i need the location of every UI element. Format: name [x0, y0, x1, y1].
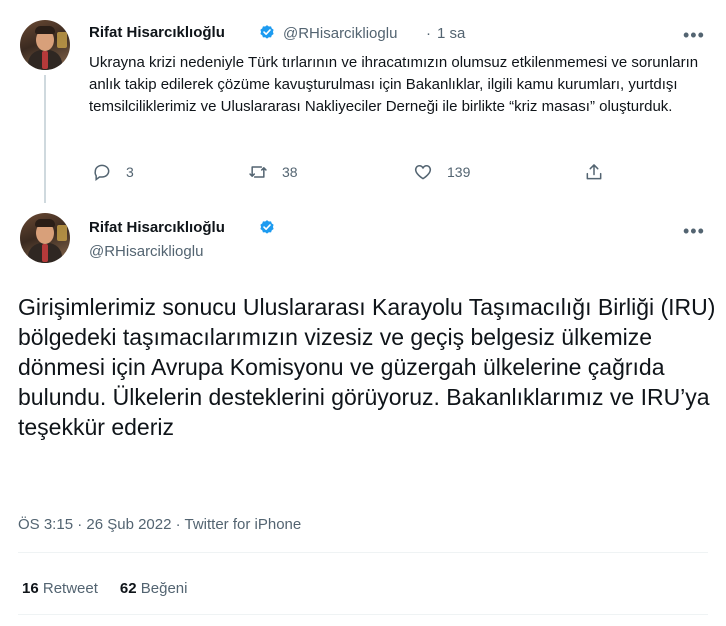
- share-button[interactable]: [584, 162, 604, 182]
- tweet-thread: Rifat Hisarcıklıoğlu @RHisarciklioglu · …: [0, 0, 726, 626]
- retweets-stat[interactable]: 16 Retweet: [22, 580, 98, 597]
- reply-count: 3: [126, 164, 134, 180]
- more-icon[interactable]: •••: [683, 26, 705, 44]
- like-button[interactable]: 139: [413, 162, 470, 182]
- main-author-avatar[interactable]: [20, 213, 70, 263]
- retweet-count: 38: [282, 164, 298, 180]
- main-tweet-text: Girişimlerimiz sonucu Uluslararası Karay…: [18, 294, 716, 440]
- time-separator: ·: [426, 25, 431, 42]
- retweet-label: Retweet: [42, 580, 98, 597]
- likes-stat[interactable]: 62 Beğeni: [120, 580, 188, 597]
- author-handle[interactable]: @RHisarciklioglu: [283, 25, 397, 42]
- reply-button[interactable]: 3: [92, 162, 134, 182]
- author-avatar[interactable]: [20, 20, 70, 70]
- share-icon: [586, 164, 602, 180]
- verified-badge-icon: [260, 25, 274, 39]
- divider: [18, 614, 708, 615]
- tweet-meta[interactable]: ÖS 3:15 · 26 Şub 2022 · Twitter for iPho…: [18, 516, 301, 533]
- verified-badge-icon: [260, 220, 274, 234]
- tweet-time[interactable]: 1 sa: [437, 25, 465, 42]
- like-count: 139: [447, 164, 471, 180]
- main-author-name[interactable]: Rifat Hisarcıklıoğlu: [89, 219, 225, 236]
- more-icon[interactable]: •••: [683, 222, 705, 240]
- retweet-total: 16: [22, 580, 39, 597]
- like-label: Beğeni: [140, 580, 188, 597]
- tweet-text: Ukrayna krizi nedeniyle Türk tırlarının …: [89, 54, 699, 115]
- reply-icon: [94, 164, 110, 181]
- author-name[interactable]: Rifat Hisarcıklıoğlu: [89, 24, 225, 41]
- thread-connector-line: [44, 75, 46, 203]
- like-icon: [414, 164, 432, 180]
- retweet-icon: [249, 166, 267, 178]
- retweet-button[interactable]: 38: [248, 162, 298, 182]
- main-author-handle[interactable]: @RHisarciklioglu: [89, 243, 203, 260]
- engagement-stats: 16 Retweet 62 Beğeni: [22, 580, 187, 597]
- like-total: 62: [119, 580, 137, 597]
- divider: [18, 552, 708, 553]
